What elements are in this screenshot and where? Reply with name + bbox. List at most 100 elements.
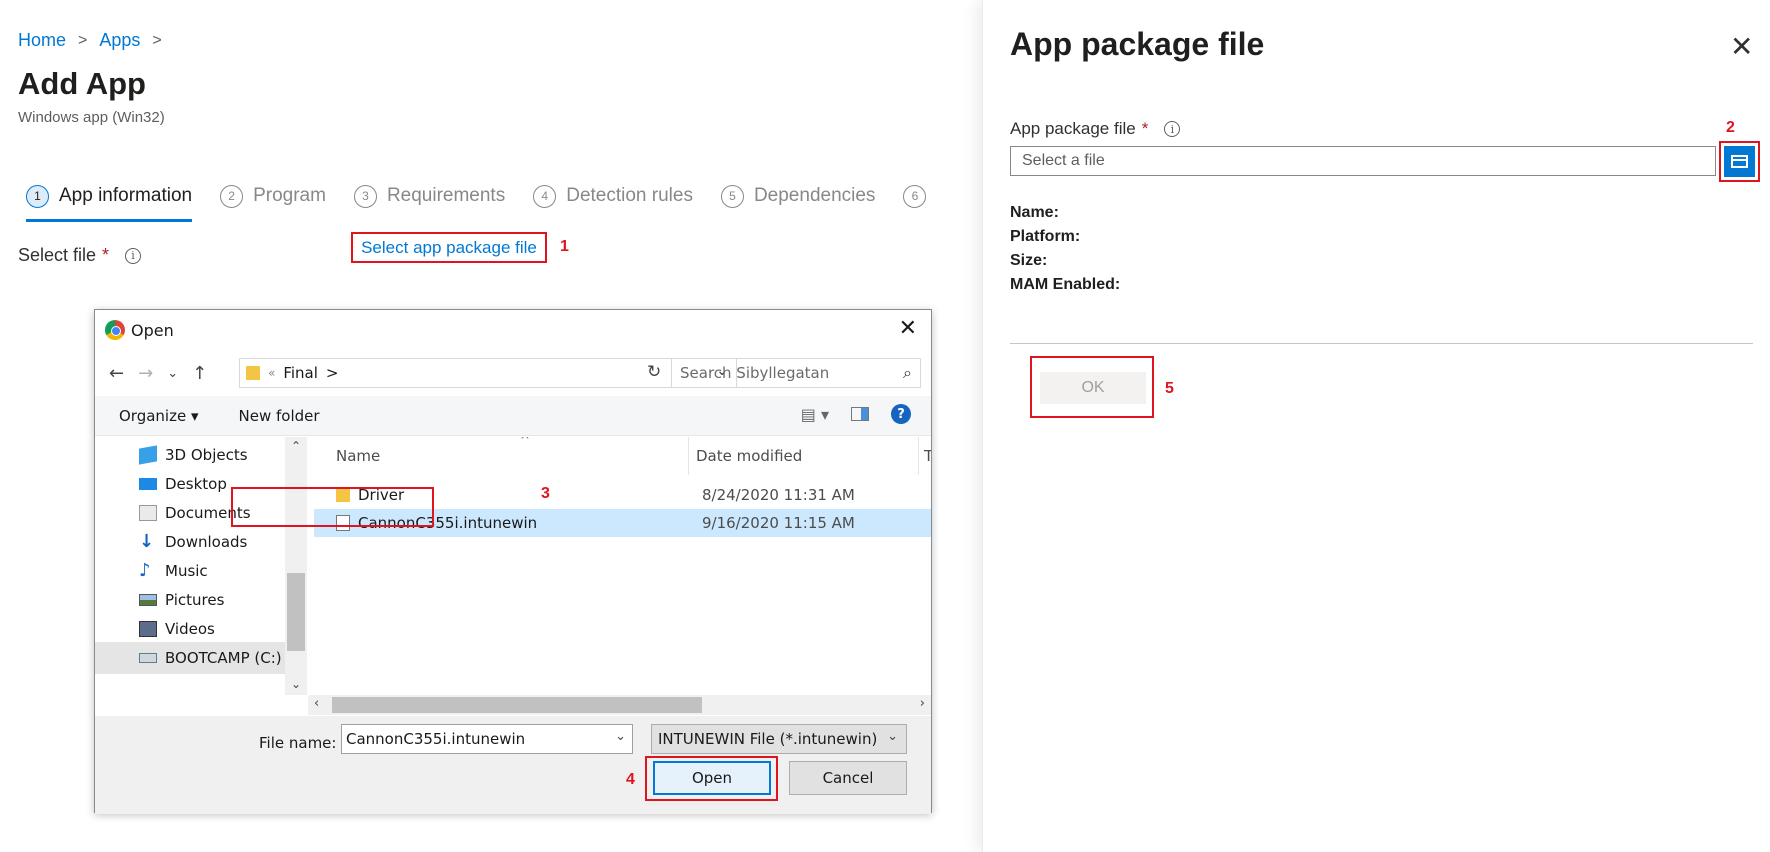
page-title: Add App [18,66,146,101]
file-name-value: CannonC355i.intunewin [346,730,526,748]
close-icon[interactable]: ✕ [1730,30,1753,63]
app-package-field-label: App package file * i [1010,119,1181,139]
nav-item-label: 3D Objects [165,446,248,464]
nav-pane-scrollbar[interactable]: ⌃ ⌄ [285,437,307,695]
scroll-right-icon[interactable]: › [920,696,925,711]
search-icon: ⌕ [903,363,912,382]
scroll-left-icon[interactable]: ‹ [314,696,319,711]
nav-item-label: Music [165,562,208,580]
scroll-up-icon[interactable]: ⌃ [291,439,301,453]
open-file-dialog: Open ✕ ← → ⌄ ↑ « Final > ⌄ ↻ Search Siby… [94,309,932,814]
scroll-down-icon[interactable]: ⌄ [291,677,301,691]
info-icon[interactable]: i [1164,121,1181,137]
address-overflow: « [268,366,276,380]
file-type-select[interactable]: INTUNEWIN File (*.intunewin) ⌄ [651,724,907,754]
cancel-button[interactable]: Cancel [789,761,907,795]
annotation-marker-3: 3 [541,485,550,502]
breadcrumb-home[interactable]: Home [18,30,66,51]
required-asterisk: * [102,245,110,265]
blade-title: App package file [1010,26,1265,62]
up-arrow-icon[interactable]: ↑ [192,363,207,384]
required-asterisk: * [1141,119,1149,138]
chrome-icon [105,320,125,340]
step-app-information[interactable]: 1 App information [26,178,193,222]
breadcrumb-apps[interactable]: Apps [99,30,140,51]
app-package-file-input[interactable]: Select a file [1010,146,1716,176]
annotation-box-ok: OK [1030,356,1154,418]
nav-item-pictures[interactable]: Pictures [139,584,224,616]
preview-pane-icon[interactable] [851,407,869,421]
file-date: 9/16/2020 11:15 AM [702,514,855,532]
select-app-package-link[interactable]: Select app package file [351,232,547,263]
ok-button[interactable]: OK [1040,372,1146,404]
mam-enabled-label: MAM Enabled: [1010,276,1121,293]
step-number: 4 [533,184,557,208]
dialog-toolbar: Organize ▾ New folder ▤ ▾ ? [95,396,931,436]
nav-item-videos[interactable]: Videos [139,613,215,645]
column-divider [688,437,689,475]
step-detection-rules[interactable]: 4 Detection rules [533,178,693,214]
search-placeholder: Search Sibyllegatan [680,364,830,382]
nav-item-bootcamp-drive[interactable]: BOOTCAMP (C:) [95,642,285,674]
horizontal-scrollbar[interactable]: ‹ › [308,695,931,715]
address-bar[interactable]: « Final > ⌄ [239,358,737,388]
dialog-title-bar: Open [105,320,174,340]
nav-item-label: Downloads [165,533,248,551]
back-arrow-icon[interactable]: ← [109,363,124,384]
refresh-icon[interactable]: ↻ [647,362,661,382]
scrollbar-thumb[interactable] [287,573,305,651]
info-icon[interactable]: i [125,247,142,264]
step-program[interactable]: 2 Program [220,178,326,214]
new-folder-button[interactable]: New folder [239,407,320,425]
column-header-name[interactable]: Name [336,437,380,475]
desktop-icon [139,478,157,490]
file-name-label: File name: [259,734,337,752]
breadcrumb-separator: > [152,31,162,49]
3d-objects-icon [139,445,157,465]
page-subtitle: Windows app (Win32) [18,109,165,126]
nav-item-label: Videos [165,620,215,638]
videos-icon [139,621,157,637]
step-6[interactable]: 6 [903,178,927,214]
field-label-text: App package file [1010,119,1136,138]
nav-item-music[interactable]: ♪ Music [139,555,208,587]
nav-item-3d-objects[interactable]: 3D Objects [139,439,248,471]
forward-arrow-icon[interactable]: → [138,363,153,384]
recent-locations-chevron-icon[interactable]: ⌄ [167,366,178,381]
step-dependencies[interactable]: 5 Dependencies [720,178,875,214]
column-header-date[interactable]: Date modified [696,437,802,475]
column-header-type[interactable]: T [924,437,931,475]
annotation-marker-4: 4 [626,771,635,788]
search-input[interactable]: Search Sibyllegatan ⌕ [671,358,921,388]
dialog-close-icon[interactable]: ✕ [899,316,917,341]
step-number: 3 [353,184,377,208]
address-chevron-icon[interactable]: > [326,364,339,382]
divider [1010,343,1753,344]
input-placeholder: Select a file [1022,152,1105,169]
downloads-icon: ↓ [139,531,155,552]
wizard-steps: 1 App information 2 Program 3 Requiremen… [26,178,927,222]
breadcrumb-separator: > [78,31,88,49]
nav-item-label: BOOTCAMP (C:) [165,649,282,667]
step-requirements[interactable]: 3 Requirements [353,178,506,214]
music-icon: ♪ [139,560,151,581]
nav-item-label: Desktop [165,475,227,493]
nav-item-desktop[interactable]: Desktop [139,468,227,500]
scrollbar-thumb[interactable] [332,697,702,713]
file-date: 8/24/2020 11:31 AM [702,486,855,504]
step-label: Requirements [386,185,506,206]
address-folder[interactable]: Final [283,364,318,382]
change-view-icon[interactable]: ▤ ▾ [801,405,829,424]
nav-item-downloads[interactable]: ↓ Downloads [139,526,247,558]
file-list: ^ Name Date modified T Driver 8/24/2020 … [308,437,931,695]
navigation-pane: 3D Objects Desktop Documents ↓ Downloads… [95,437,308,695]
help-icon[interactable]: ? [891,404,911,424]
nav-item-label: Pictures [165,591,225,609]
chevron-down-icon: ⌄ [887,729,898,744]
file-type: II [930,514,931,532]
browse-folder-button[interactable] [1724,146,1755,177]
organize-menu[interactable]: Organize ▾ [119,407,199,425]
chevron-down-icon[interactable]: ⌄ [615,729,626,744]
file-name-input[interactable]: CannonC355i.intunewin ⌄ [341,724,633,754]
annotation-marker-5: 5 [1165,380,1174,397]
